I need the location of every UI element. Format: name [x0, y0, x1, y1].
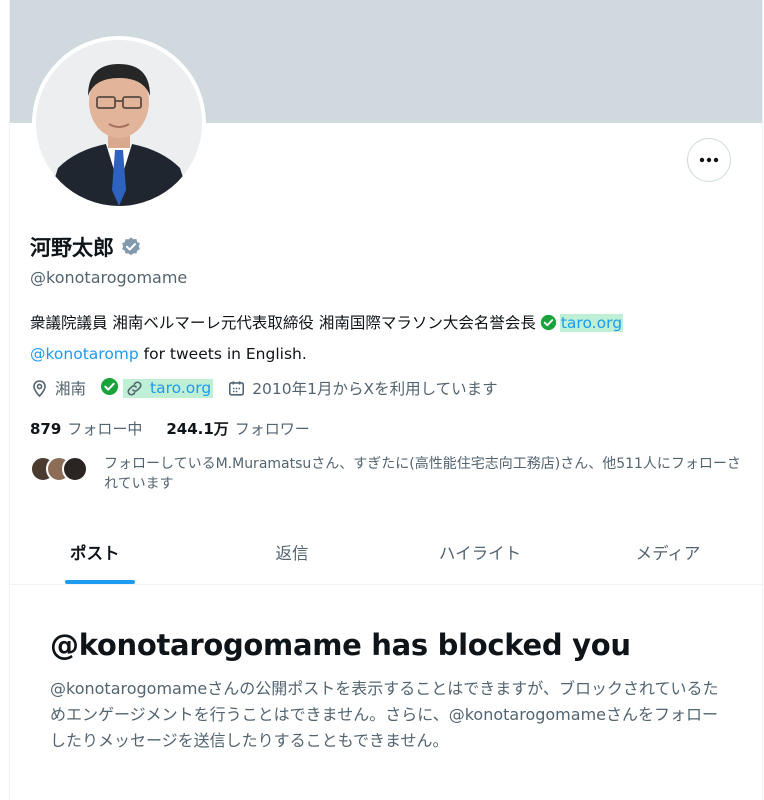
- profile-page: 河野太郎 @konotarogomame 衆議院議員 湘南ベルマーレ元代表取締役…: [0, 0, 764, 800]
- more-icon: [699, 157, 719, 163]
- known-follower-avatar: [62, 456, 88, 482]
- location-item: 湘南: [30, 377, 86, 399]
- followers-label: フォロワー: [234, 420, 310, 438]
- more-options-button[interactable]: [687, 138, 731, 182]
- check-circle-icon: [540, 312, 557, 340]
- column-border-right: [762, 0, 763, 800]
- bio-suffix: for tweets in English.: [138, 345, 307, 363]
- profile-tabs: ポスト 返信 ハイライト メディア: [10, 520, 762, 585]
- location-text: 湘南: [55, 380, 87, 398]
- website-text[interactable]: taro.org: [150, 379, 211, 397]
- tab-media[interactable]: メディア: [574, 520, 762, 584]
- verified-badge-icon[interactable]: [120, 236, 142, 258]
- profile-meta: 湘南 taro.org 2010年1月からXを利用しています: [30, 375, 512, 401]
- follow-counts: 879 フォロー中 244.1万 フォロワー: [30, 418, 334, 439]
- tab-posts[interactable]: ポスト: [10, 520, 198, 584]
- link-icon: [127, 380, 142, 396]
- joined-item: 2010年1月からXを利用しています: [227, 377, 498, 399]
- avatar-frame[interactable]: [32, 36, 206, 210]
- followers-count: 244.1万: [166, 420, 229, 438]
- location-icon: [33, 379, 46, 397]
- display-name: 河野太郎: [30, 236, 114, 260]
- known-followers[interactable]: フォローしているM.Muramatsuさん、すぎたに(高性能住宅志向工務店)さん…: [30, 454, 754, 494]
- following-link[interactable]: 879 フォロー中: [30, 418, 142, 439]
- tab-replies[interactable]: 返信: [198, 520, 386, 584]
- tab-label: メディア: [635, 544, 701, 563]
- tab-highlights[interactable]: ハイライト: [386, 520, 574, 584]
- blocked-title: @konotarogomame has blocked you: [50, 628, 631, 662]
- blocked-message: @konotarogomameさんの公開ポストを表示することはできますが、ブロッ…: [50, 679, 719, 750]
- website-item[interactable]: taro.org: [100, 377, 214, 398]
- bio-link[interactable]: taro.org: [559, 314, 624, 332]
- tab-label: ポスト: [70, 544, 120, 563]
- profile-handle: @konotarogomame: [30, 268, 188, 287]
- tab-label: 返信: [275, 544, 309, 563]
- following-label: フォロー中: [67, 420, 143, 438]
- avatar-portrait: [36, 40, 202, 206]
- calendar-icon: [229, 380, 245, 396]
- tab-label: ハイライト: [438, 544, 522, 563]
- avatar[interactable]: [36, 40, 202, 206]
- profile-name-row: 河野太郎: [30, 232, 142, 262]
- check-circle-icon: [100, 377, 119, 395]
- followers-link[interactable]: 244.1万 フォロワー: [166, 418, 309, 439]
- joined-text: 2010年1月からXを利用しています: [252, 380, 498, 398]
- website-link[interactable]: taro.org: [123, 378, 214, 398]
- known-followers-text: フォローしているM.Muramatsuさん、すぎたに(高性能住宅志向工務店)さん…: [104, 456, 741, 492]
- active-tab-indicator: [65, 580, 135, 584]
- following-count: 879: [30, 420, 62, 438]
- known-follower-avatars: [30, 454, 94, 484]
- profile-bio: 衆議院議員 湘南ベルマーレ元代表取締役 湘南国際マラソン大会名誉会長 taro.o…: [30, 309, 750, 368]
- bio-mention-link[interactable]: @konotaromp: [30, 345, 139, 363]
- bio-text: 衆議院議員 湘南ベルマーレ元代表取締役 湘南国際マラソン大会名誉会長: [30, 314, 536, 332]
